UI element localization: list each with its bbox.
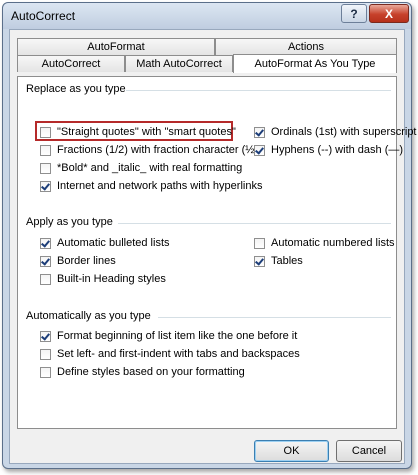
- option-bold-italic[interactable]: *Bold* and _italic_ with real formatting: [40, 161, 242, 175]
- checkbox[interactable]: [40, 180, 51, 192]
- tab-autoformat-as-you-type[interactable]: AutoFormat As You Type: [233, 54, 397, 73]
- group-title-replace: Replace as you type: [26, 83, 126, 95]
- option-label: Tables: [271, 255, 303, 267]
- checkbox[interactable]: [40, 237, 51, 249]
- option-label: Ordinals (1st) with superscript: [271, 126, 417, 138]
- option-label: Automatic numbered lists: [271, 237, 395, 249]
- tab-math-autocorrect[interactable]: Math AutoCorrect: [125, 55, 233, 72]
- group-divider: [126, 90, 391, 91]
- group-divider: [118, 223, 391, 224]
- window-title: AutoCorrect: [11, 9, 76, 23]
- option-label: Set left- and first-indent with tabs and…: [57, 348, 300, 360]
- group-title-auto: Automatically as you type: [26, 310, 151, 322]
- tab-label: AutoCorrect: [41, 58, 101, 70]
- option-border-lines[interactable]: Border lines: [40, 254, 116, 268]
- option-bulleted-lists[interactable]: Automatic bulleted lists: [40, 236, 170, 250]
- group-title-apply: Apply as you type: [26, 216, 113, 228]
- option-label: "Straight quotes" with "smart quotes": [57, 126, 236, 138]
- title-bar: AutoCorrect ? X: [3, 3, 411, 29]
- tab-label: AutoFormat: [87, 41, 145, 53]
- option-numbered-lists[interactable]: Automatic numbered lists: [254, 236, 395, 250]
- checkbox[interactable]: [40, 255, 51, 267]
- checkbox[interactable]: [40, 330, 51, 342]
- ok-label: OK: [283, 445, 300, 457]
- option-label: Internet and network paths with hyperlin…: [57, 180, 263, 192]
- tab-label: Math AutoCorrect: [136, 58, 222, 70]
- checkbox[interactable]: [254, 144, 265, 156]
- option-define-styles[interactable]: Define styles based on your formatting: [40, 365, 245, 379]
- option-label: Built-in Heading styles: [57, 273, 166, 285]
- option-format-list-item[interactable]: Format beginning of list item like the o…: [40, 329, 297, 343]
- option-heading-styles[interactable]: Built-in Heading styles: [40, 272, 166, 286]
- checkbox[interactable]: [40, 366, 51, 378]
- option-ordinals[interactable]: Ordinals (1st) with superscript: [254, 125, 417, 139]
- checkbox[interactable]: [40, 126, 51, 138]
- checkbox[interactable]: [40, 144, 51, 156]
- tab-autocorrect[interactable]: AutoCorrect: [17, 55, 125, 72]
- help-button[interactable]: ?: [341, 4, 367, 23]
- option-fractions[interactable]: Fractions (1/2) with fraction character …: [40, 143, 258, 157]
- option-tables[interactable]: Tables: [254, 254, 303, 268]
- option-label: Define styles based on your formatting: [57, 366, 245, 378]
- tab-label: Actions: [287, 41, 325, 53]
- option-label: Hyphens (--) with dash (—): [271, 144, 404, 156]
- checkbox[interactable]: [40, 162, 51, 174]
- option-label: *Bold* and _italic_ with real formatting: [57, 162, 243, 174]
- dialog-body: AutoFormat Actions AutoCorrect Math Auto…: [9, 29, 417, 464]
- checkbox[interactable]: [254, 255, 265, 267]
- option-label: Fractions (1/2) with fraction character …: [57, 144, 259, 156]
- cancel-button[interactable]: Cancel: [336, 440, 402, 462]
- option-label: Format beginning of list item like the o…: [57, 330, 298, 342]
- tab-actions[interactable]: Actions: [215, 38, 397, 55]
- help-icon: ?: [350, 6, 358, 21]
- checkbox[interactable]: [254, 237, 265, 249]
- tab-autoformat[interactable]: AutoFormat: [17, 38, 215, 55]
- option-label: Automatic bulleted lists: [57, 237, 170, 249]
- option-smart-quotes[interactable]: "Straight quotes" with "smart quotes": [40, 125, 236, 139]
- close-button[interactable]: X: [369, 4, 409, 23]
- ok-button[interactable]: OK: [254, 440, 329, 462]
- tab-label: AutoFormat As You Type: [254, 58, 376, 70]
- autocorrect-dialog: AutoCorrect ? X AutoFormat Actions AutoC…: [2, 2, 417, 469]
- group-divider: [158, 317, 391, 318]
- option-label: Border lines: [57, 255, 116, 267]
- option-hyperlinks[interactable]: Internet and network paths with hyperlin…: [40, 179, 262, 193]
- tab-panel: Replace as you type "Straight quotes" wi…: [17, 76, 417, 429]
- checkbox[interactable]: [254, 126, 265, 138]
- checkbox[interactable]: [40, 348, 51, 360]
- option-indent-tabs[interactable]: Set left- and first-indent with tabs and…: [40, 347, 300, 361]
- close-icon: X: [384, 6, 393, 21]
- checkbox[interactable]: [40, 273, 51, 285]
- option-hyphens[interactable]: Hyphens (--) with dash (—): [254, 143, 403, 157]
- cancel-label: Cancel: [351, 445, 387, 457]
